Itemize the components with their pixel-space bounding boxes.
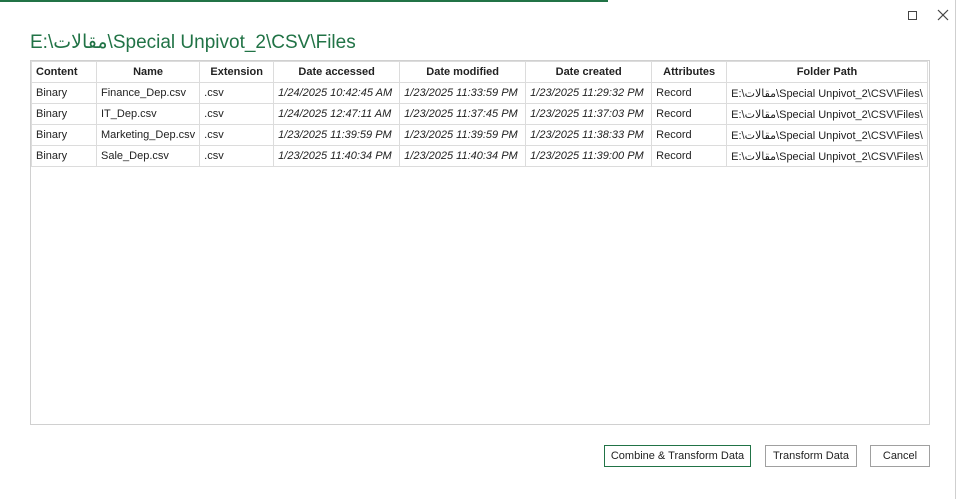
dialog-title: E:\مقالات\Special Unpivot_2\CSV\Files xyxy=(30,32,356,53)
cell-date-accessed: 1/24/2025 12:47:11 AM xyxy=(273,103,401,125)
table-row[interactable]: Binary Marketing_Dep.csv .csv 1/23/2025 … xyxy=(31,124,928,146)
close-button[interactable] xyxy=(934,6,952,24)
column-header-attributes[interactable]: Attributes xyxy=(651,61,728,83)
cell-folder-path: E:\مقالات\Special Unpivot_2\CSV\Files\ xyxy=(726,103,928,125)
cell-attributes: Record xyxy=(651,145,728,167)
cell-extension: .csv xyxy=(199,103,275,125)
cell-date-modified: 1/23/2025 11:33:59 PM xyxy=(399,82,527,104)
column-header-extension[interactable]: Extension xyxy=(199,61,275,83)
cell-name: Sale_Dep.csv xyxy=(95,145,201,167)
column-header-date-accessed[interactable]: Date accessed xyxy=(273,61,401,83)
column-header-date-modified[interactable]: Date modified xyxy=(399,61,527,83)
close-icon xyxy=(937,9,949,21)
cell-date-accessed: 1/23/2025 11:40:34 PM xyxy=(273,145,401,167)
cell-extension: .csv xyxy=(199,82,275,104)
cell-date-created: 1/23/2025 11:38:33 PM xyxy=(525,124,653,146)
cell-date-created: 1/23/2025 11:39:00 PM xyxy=(525,145,653,167)
cell-attributes: Record xyxy=(651,124,728,146)
cell-content: Binary xyxy=(31,145,97,167)
cell-extension: .csv xyxy=(199,124,275,146)
cancel-button[interactable]: Cancel xyxy=(870,445,930,467)
cell-date-accessed: 1/23/2025 11:39:59 PM xyxy=(273,124,401,146)
cell-date-modified: 1/23/2025 11:39:59 PM xyxy=(399,124,527,146)
maximize-button[interactable] xyxy=(903,6,921,24)
cell-folder-path: E:\مقالات\Special Unpivot_2\CSV\Files\ xyxy=(726,145,928,167)
file-table: Content Name Extension Date accessed Dat… xyxy=(31,61,928,167)
column-header-content[interactable]: Content xyxy=(31,61,97,83)
title-accent-bar xyxy=(0,0,608,2)
cell-date-accessed: 1/24/2025 10:42:45 AM xyxy=(273,82,401,104)
column-header-folder-path[interactable]: Folder Path xyxy=(726,61,928,83)
cell-date-created: 1/23/2025 11:37:03 PM xyxy=(525,103,653,125)
cell-date-modified: 1/23/2025 11:40:34 PM xyxy=(399,145,527,167)
cell-name: Finance_Dep.csv xyxy=(95,82,201,104)
table-row[interactable]: Binary Finance_Dep.csv .csv 1/24/2025 10… xyxy=(31,82,928,104)
cell-name: Marketing_Dep.csv xyxy=(95,124,201,146)
maximize-icon xyxy=(907,10,917,20)
file-table-frame: Content Name Extension Date accessed Dat… xyxy=(30,60,930,425)
transform-data-button[interactable]: Transform Data xyxy=(765,445,857,467)
cell-name: IT_Dep.csv xyxy=(95,103,201,125)
cell-folder-path: E:\مقالات\Special Unpivot_2\CSV\Files\ xyxy=(726,124,928,146)
cell-content: Binary xyxy=(31,124,97,146)
table-row[interactable]: Binary Sale_Dep.csv .csv 1/23/2025 11:40… xyxy=(31,145,928,167)
cell-attributes: Record xyxy=(651,103,728,125)
cell-content: Binary xyxy=(31,82,97,104)
cell-extension: .csv xyxy=(199,145,275,167)
cell-folder-path: E:\مقالات\Special Unpivot_2\CSV\Files\ xyxy=(726,82,928,104)
cell-attributes: Record xyxy=(651,82,728,104)
column-header-name[interactable]: Name xyxy=(95,61,201,83)
cell-date-modified: 1/23/2025 11:37:45 PM xyxy=(399,103,527,125)
combine-transform-button[interactable]: Combine & Transform Data xyxy=(604,445,751,467)
cell-date-created: 1/23/2025 11:29:32 PM xyxy=(525,82,653,104)
table-header-row: Content Name Extension Date accessed Dat… xyxy=(31,61,928,83)
table-row[interactable]: Binary IT_Dep.csv .csv 1/24/2025 12:47:1… xyxy=(31,103,928,125)
column-header-date-created[interactable]: Date created xyxy=(525,61,653,83)
cell-content: Binary xyxy=(31,103,97,125)
